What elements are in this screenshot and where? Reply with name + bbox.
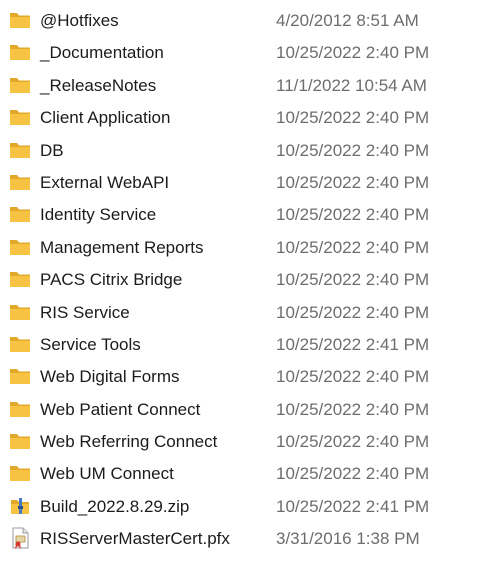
file-row[interactable]: PACS Citrix Bridge 10/25/2022 2:40 PM <box>0 263 504 295</box>
file-row[interactable]: _Documentation 10/25/2022 2:40 PM <box>0 36 504 68</box>
file-name: _Documentation <box>40 43 164 63</box>
file-row[interactable]: Web Patient Connect 10/25/2022 2:40 PM <box>0 393 504 425</box>
file-row[interactable]: External WebAPI 10/25/2022 2:40 PM <box>0 166 504 198</box>
file-date-modified: 10/25/2022 2:40 PM <box>276 108 430 128</box>
file-date-modified: 10/25/2022 2:40 PM <box>276 205 430 225</box>
file-name: Web UM Connect <box>40 464 174 484</box>
folder-icon <box>8 365 32 387</box>
file-date-modified: 10/25/2022 2:40 PM <box>276 367 430 387</box>
folder-icon <box>8 462 32 484</box>
file-date-modified: 10/25/2022 2:40 PM <box>276 302 430 322</box>
folder-icon <box>8 171 32 193</box>
file-name: Web Referring Connect <box>40 432 218 452</box>
file-name: @Hotfixes <box>40 11 119 30</box>
file-row[interactable]: Web UM Connect 10/25/2022 2:40 PM <box>0 457 504 489</box>
folder-icon <box>8 301 32 323</box>
folder-icon <box>8 41 32 63</box>
zip-archive-icon <box>8 495 32 517</box>
folder-icon <box>8 236 32 258</box>
folder-icon <box>8 333 32 355</box>
file-row[interactable]: @Hotfixes 4/20/2012 8:51 AM <box>0 4 504 36</box>
file-name: Build_2022.8.29.zip <box>40 496 190 516</box>
file-name: Web Digital Forms <box>40 367 180 387</box>
file-row[interactable]: RIS Service 10/25/2022 2:40 PM <box>0 296 504 328</box>
file-date-modified: 10/25/2022 2:40 PM <box>276 464 430 484</box>
file-name: Web Patient Connect <box>40 399 201 419</box>
file-name: PACS Citrix Bridge <box>40 270 183 290</box>
file-date-modified: 10/25/2022 2:40 PM <box>276 172 430 192</box>
file-name: Client Application <box>40 108 171 128</box>
file-row[interactable]: DB 10/25/2022 2:40 PM <box>0 134 504 166</box>
file-name: DB <box>40 140 64 160</box>
folder-icon <box>8 203 32 225</box>
file-date-modified: 10/25/2022 2:40 PM <box>276 237 430 257</box>
file-row[interactable]: Service Tools 10/25/2022 2:41 PM <box>0 328 504 360</box>
folder-icon <box>8 106 32 128</box>
file-row[interactable]: Management Reports 10/25/2022 2:40 PM <box>0 231 504 263</box>
file-date-modified: 10/25/2022 2:41 PM <box>276 334 430 354</box>
file-row[interactable]: _ReleaseNotes 11/1/2022 10:54 AM <box>0 69 504 101</box>
folder-icon <box>8 139 32 161</box>
file-row[interactable]: Identity Service 10/25/2022 2:40 PM <box>0 198 504 230</box>
file-list: @Hotfixes 4/20/2012 8:51 AM _Documentati… <box>0 0 504 577</box>
file-date-modified: 10/25/2022 2:40 PM <box>276 43 430 63</box>
file-date-modified: 3/31/2016 1:38 PM <box>276 529 420 549</box>
file-row[interactable]: Web Referring Connect 10/25/2022 2:40 PM <box>0 425 504 457</box>
file-date-modified: 11/1/2022 10:54 AM <box>276 75 427 95</box>
folder-icon <box>8 398 32 420</box>
file-date-modified: 10/25/2022 2:40 PM <box>276 140 430 160</box>
file-name: RISServerMasterCert.pfx <box>40 529 230 549</box>
file-row[interactable]: Client Application 10/25/2022 2:40 PM <box>0 101 504 133</box>
folder-icon <box>8 9 32 31</box>
file-row[interactable]: Build_2022.8.29.zip 10/25/2022 2:41 PM <box>0 490 504 522</box>
file-date-modified: 10/25/2022 2:41 PM <box>276 496 430 516</box>
file-name: _ReleaseNotes <box>40 75 157 95</box>
certificate-file-icon <box>8 527 32 549</box>
file-name: RIS Service <box>40 302 130 322</box>
file-name: External WebAPI <box>40 172 170 192</box>
file-date-modified: 4/20/2012 8:51 AM <box>276 11 419 30</box>
file-name: Management Reports <box>40 237 204 257</box>
folder-icon <box>8 430 32 452</box>
file-name: Identity Service <box>40 205 157 225</box>
file-row[interactable]: Web Digital Forms 10/25/2022 2:40 PM <box>0 360 504 392</box>
file-date-modified: 10/25/2022 2:40 PM <box>276 399 430 419</box>
folder-icon <box>8 268 32 290</box>
file-row[interactable]: RISServerMasterCert.pfx 3/31/2016 1:38 P… <box>0 522 504 554</box>
file-name: Service Tools <box>40 334 141 354</box>
file-date-modified: 10/25/2022 2:40 PM <box>276 270 430 290</box>
file-date-modified: 10/25/2022 2:40 PM <box>276 432 430 452</box>
folder-icon <box>8 74 32 96</box>
